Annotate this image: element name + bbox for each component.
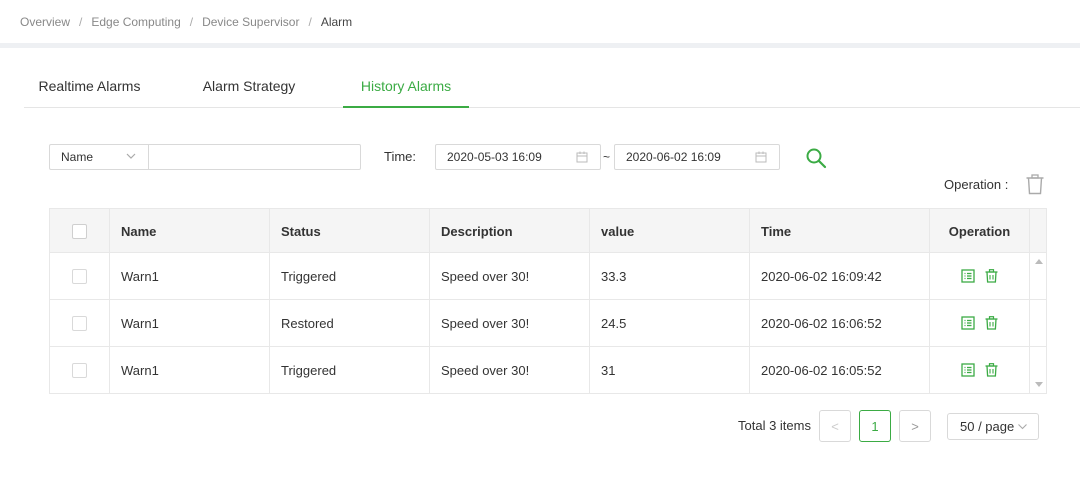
cell-value: 33.3: [590, 253, 750, 299]
filter-field-select[interactable]: Name: [49, 144, 149, 170]
column-header-time: Time: [750, 209, 930, 253]
scroll-up-icon[interactable]: [1035, 259, 1043, 264]
breadcrumb-overview[interactable]: Overview: [20, 15, 70, 29]
prev-page-button[interactable]: <: [819, 410, 851, 442]
row-select-cell: [50, 347, 110, 393]
cell-value: 24.5: [590, 300, 750, 346]
end-time-picker[interactable]: 2020-06-02 16:09: [614, 144, 780, 170]
time-label: Time:: [384, 149, 417, 164]
page-number-button[interactable]: 1: [859, 410, 891, 442]
calendar-icon: [576, 151, 588, 163]
filter-keyword-input[interactable]: [148, 144, 361, 170]
page-size-select[interactable]: 50 / page: [947, 413, 1039, 440]
cell-description: Speed over 30!: [430, 253, 590, 299]
calendar-icon: [755, 151, 767, 163]
table-header: Name Status Description value Time Opera…: [50, 209, 1046, 253]
cell-name: Warn1: [110, 300, 270, 346]
cell-operation: [930, 300, 1030, 346]
header-divider: [0, 43, 1080, 48]
search-icon[interactable]: [805, 147, 827, 169]
detail-icon[interactable]: [961, 363, 975, 377]
table-row: Warn1 Triggered Speed over 30! 33.3 2020…: [50, 253, 1046, 300]
tab-history-alarms[interactable]: History Alarms: [343, 65, 469, 108]
column-header-name: Name: [110, 209, 270, 253]
table-row: Warn1 Restored Speed over 30! 24.5 2020-…: [50, 300, 1046, 347]
total-items-text: Total 3 items: [738, 418, 811, 433]
cell-time: 2020-06-02 16:05:52: [750, 347, 930, 393]
cell-value: 31: [590, 347, 750, 393]
breadcrumb-separator: /: [189, 14, 194, 29]
column-header-status: Status: [270, 209, 430, 253]
row-checkbox[interactable]: [72, 362, 87, 378]
column-header-value: value: [590, 209, 750, 253]
scroll-down-icon[interactable]: [1035, 382, 1043, 387]
select-all-checkbox[interactable]: [72, 223, 87, 239]
detail-icon[interactable]: [961, 316, 975, 330]
column-header-operation: Operation: [930, 209, 1030, 253]
tab-alarm-strategy[interactable]: Alarm Strategy: [183, 65, 315, 107]
next-page-button[interactable]: >: [899, 410, 931, 442]
row-checkbox[interactable]: [72, 268, 87, 284]
tab-realtime-alarms[interactable]: Realtime Alarms: [24, 65, 155, 107]
header-select-cell: [50, 209, 110, 253]
cell-name: Warn1: [110, 253, 270, 299]
cell-status: Triggered: [270, 253, 430, 299]
range-separator: ~: [603, 150, 611, 164]
operation-label: Operation :: [944, 177, 1009, 192]
start-time-picker[interactable]: 2020-05-03 16:09: [435, 144, 601, 170]
column-header-description: Description: [430, 209, 590, 253]
breadcrumb-separator: /: [308, 14, 312, 29]
trash-icon[interactable]: [985, 363, 998, 377]
cell-status: Triggered: [270, 347, 430, 393]
cell-name: Warn1: [110, 347, 270, 393]
breadcrumb-current: Alarm: [320, 14, 353, 29]
trash-icon[interactable]: [985, 316, 998, 330]
chevron-down-icon: [126, 153, 136, 159]
table-scrollbar[interactable]: [1032, 253, 1046, 393]
breadcrumb-edge-computing[interactable]: Edge Computing: [91, 15, 180, 29]
table-row: Warn1 Triggered Speed over 30! 31 2020-0…: [50, 347, 1046, 394]
row-checkbox[interactable]: [72, 315, 87, 331]
page-size-value: 50 / page: [960, 419, 1015, 434]
row-select-cell: [50, 253, 110, 299]
detail-icon[interactable]: [961, 269, 975, 283]
cell-description: Speed over 30!: [430, 347, 590, 393]
cell-operation: [930, 253, 1030, 299]
trash-icon[interactable]: [1025, 174, 1045, 195]
cell-description: Speed over 30!: [430, 300, 590, 346]
breadcrumb-separator: /: [79, 14, 83, 29]
breadcrumb: Overview / Edge Computing / Device Super…: [0, 0, 1080, 43]
end-time-value: 2020-06-02 16:09: [626, 150, 721, 164]
cell-time: 2020-06-02 16:09:42: [750, 253, 930, 299]
row-select-cell: [50, 300, 110, 346]
history-alarms-table: Name Status Description value Time Opera…: [49, 208, 1047, 394]
cell-time: 2020-06-02 16:06:52: [750, 300, 930, 346]
chevron-down-icon: [1018, 424, 1027, 430]
start-time-value: 2020-05-03 16:09: [447, 150, 542, 164]
filter-field-value: Name: [61, 150, 94, 164]
cell-status: Restored: [270, 300, 430, 346]
tab-bar: Realtime Alarms Alarm Strategy History A…: [24, 65, 1080, 108]
trash-icon[interactable]: [985, 269, 998, 283]
breadcrumb-device-supervisor[interactable]: Device Supervisor: [202, 15, 299, 29]
cell-operation: [930, 347, 1030, 393]
